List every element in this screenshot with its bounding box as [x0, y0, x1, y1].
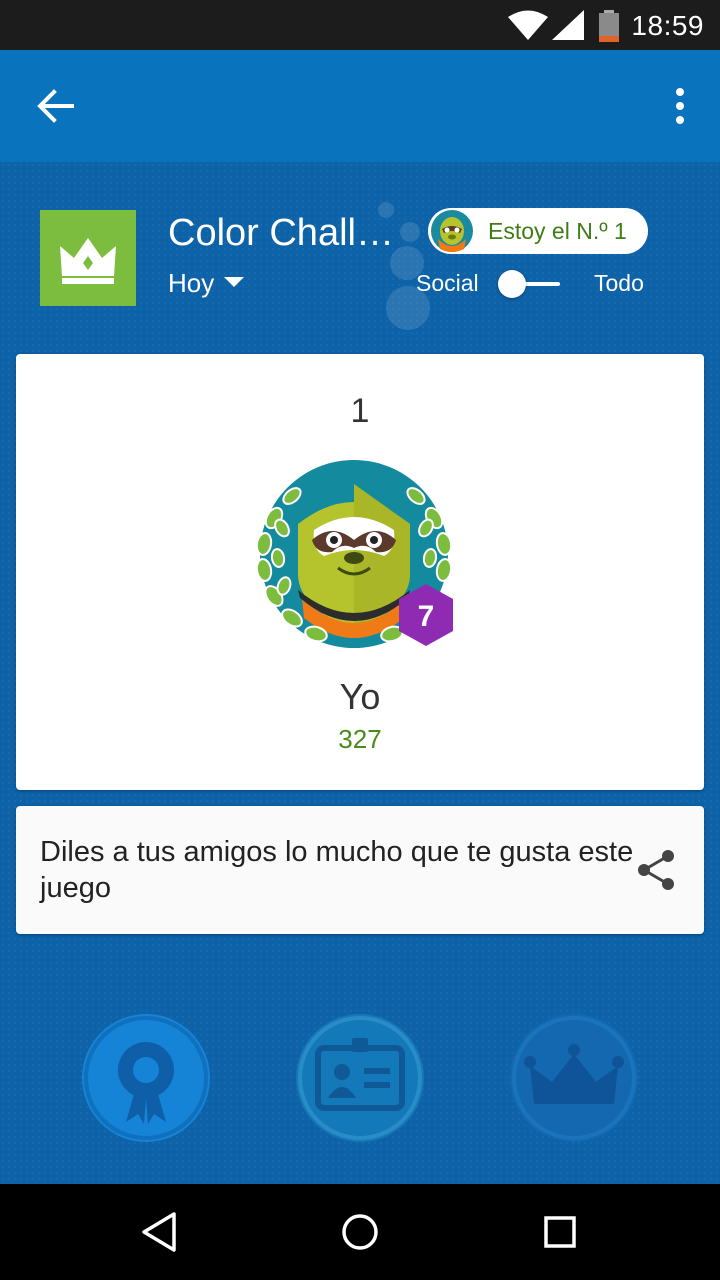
dropdown-caret-icon — [224, 277, 245, 288]
nav-recents-icon[interactable] — [536, 1208, 584, 1256]
period-selector[interactable]: Hoy — [168, 268, 245, 299]
avatar — [431, 210, 473, 252]
game-icon — [40, 210, 136, 306]
player-avatar: 7 — [255, 460, 453, 648]
social-all-toggle[interactable]: Social Todo — [414, 268, 654, 302]
signal-icon — [552, 10, 584, 40]
nav-home-icon[interactable] — [336, 1208, 384, 1256]
wifi-icon — [508, 10, 548, 40]
player-score: 327 — [338, 724, 382, 754]
period-label: Hoy — [168, 268, 215, 298]
decorative-bubble — [400, 222, 420, 242]
leaderboard-crown-icon — [512, 1016, 636, 1140]
achievements-button[interactable] — [82, 1014, 210, 1142]
rank-number: 1 — [350, 392, 370, 430]
game-title: Color Challenge — [168, 212, 398, 254]
share-card[interactable]: Diles a tus amigos lo mucho que te gusta… — [16, 806, 704, 934]
leaderboards-button[interactable] — [510, 1014, 638, 1142]
system-navigation-bar — [0, 1184, 720, 1280]
toggle-label-todo: Todo — [594, 270, 644, 296]
level-number: 7 — [418, 600, 435, 633]
rank-badge-label: Estoy el N.º 1 — [488, 218, 627, 244]
app-bar — [0, 50, 720, 162]
toggle-label-social: Social — [416, 270, 479, 296]
rank-badge[interactable]: Estoy el N.º 1 — [428, 208, 648, 254]
crown-icon — [60, 238, 116, 284]
player-name: Yo — [339, 676, 381, 717]
achievements-icon — [84, 1016, 208, 1140]
status-time: 18:59 — [631, 10, 704, 41]
nav-back-icon[interactable] — [136, 1208, 184, 1256]
profile-button[interactable] — [296, 1014, 424, 1142]
status-bar: 18:59 — [0, 0, 720, 50]
more-vert-icon[interactable] — [670, 86, 690, 126]
decorative-bubble — [378, 202, 394, 218]
share-icon[interactable] — [634, 848, 678, 892]
profile-card-icon — [298, 1016, 422, 1140]
toggle-thumb[interactable] — [498, 270, 526, 298]
battery-icon — [599, 10, 619, 42]
leaderboard-entry[interactable]: 1 7 Yo 327 — [16, 354, 704, 790]
leaderboard-screen: Color Challenge Hoy Estoy el N.º 1 Socia… — [0, 162, 720, 1184]
share-message: Diles a tus amigos lo mucho que te gusta… — [40, 836, 634, 904]
arrow-back-icon[interactable] — [32, 86, 80, 126]
